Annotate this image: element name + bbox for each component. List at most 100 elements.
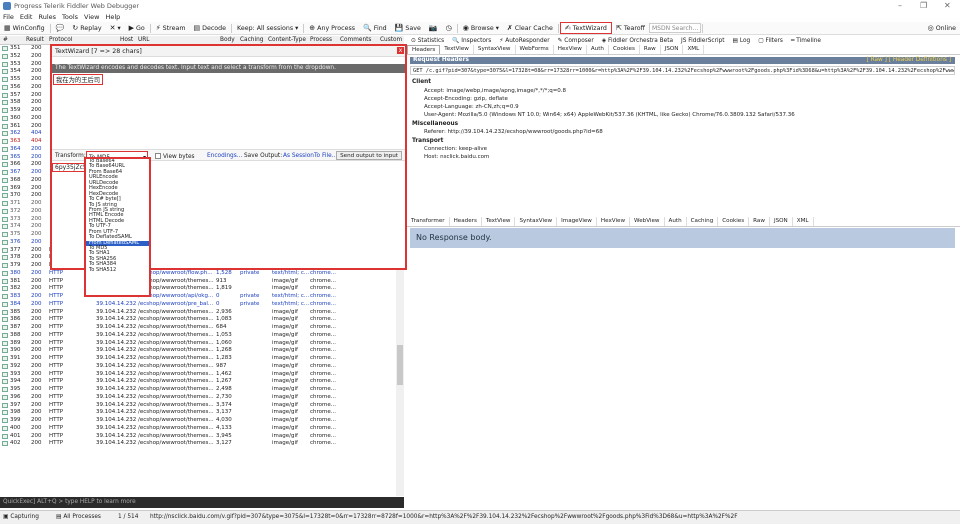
table-row[interactable]: 382200HTTP39.104.14.232/ecshop/wwwroot/t… — [0, 285, 404, 293]
column-header-comments[interactable]: Comments — [340, 37, 371, 43]
table-row[interactable]: 380200HTTP39.104.14.232/ecshop/wwwroot/f… — [0, 270, 404, 278]
online-indicator[interactable]: ◎ Online — [924, 22, 960, 34]
menu-edit[interactable]: Edit — [17, 12, 36, 22]
process-filter[interactable]: ▤ All Processes — [56, 514, 101, 520]
response-tab-syntaxview[interactable]: SyntaxView — [515, 217, 558, 226]
table-row[interactable]: 393 200 HTTP 39.104.14.232/ecshop/wwwroot/t… — [0, 371, 404, 379]
response-tab-imageview[interactable]: ImageView — [557, 217, 597, 226]
find-button[interactable]: 🔍 Find — [359, 22, 391, 34]
table-row[interactable]: 383200HTTP39.104.14.232/ecshop/wwwroot/a… — [0, 293, 404, 301]
as-session-link[interactable]: As Session — [283, 153, 314, 159]
tab-timeline[interactable]: ═ Timeline — [787, 38, 825, 44]
transform-dropdown-list[interactable]: To Base64 To Base64URL From Base64 URLEncod… — [84, 157, 151, 297]
table-row[interactable]: 381200HTTP39.104.14.232/ecshop/wwwroot/t… — [0, 278, 404, 286]
any-process-button[interactable]: ⊕ Any Process — [305, 22, 359, 34]
send-output-to-input-button[interactable]: Send output to input — [336, 151, 402, 160]
column-header-process[interactable]: Process — [310, 37, 332, 43]
table-row[interactable]: 388 200 HTTP 39.104.14.232/ecshop/wwwroot/t… — [0, 332, 404, 340]
column-header-contenttype[interactable]: Content-Type — [268, 37, 306, 43]
timer-button[interactable]: ◷ — [442, 22, 456, 34]
replay-button[interactable]: ↻ Replay — [68, 22, 105, 34]
textwizard-close-icon[interactable]: x — [397, 47, 404, 54]
decode-button[interactable]: ▤ Decode — [189, 22, 230, 34]
checkbox-icon[interactable] — [155, 153, 161, 159]
table-row[interactable]: 387 200 HTTP 39.104.14.232/ecshop/wwwroot/t… — [0, 324, 404, 332]
request-tab-textview[interactable]: TextView — [440, 45, 474, 54]
browse-button[interactable]: ◉ Browse ▾ — [459, 22, 503, 34]
tab-filters[interactable]: ▢ Filters — [754, 38, 787, 44]
column-header-[interactable]: # — [3, 37, 8, 43]
table-row[interactable]: 400 200 HTTP 39.104.14.232/ecshop/wwwroot/t… — [0, 425, 404, 433]
table-row[interactable]: 386 200 HTTP 39.104.14.232/ecshop/wwwroot/t… — [0, 316, 404, 324]
request-tab-auth[interactable]: Auth — [587, 45, 609, 54]
textwizard-button[interactable]: ✍ TextWizard — [559, 22, 612, 34]
response-tab-headers[interactable]: Headers — [450, 217, 482, 226]
table-row[interactable]: 397 200 HTTP 39.104.14.232/ecshop/wwwroot/t… — [0, 402, 404, 410]
menu-rules[interactable]: Rules — [35, 12, 59, 22]
request-tab-webforms[interactable]: WebForms — [516, 45, 554, 54]
response-tab-hexview[interactable]: HexView — [597, 217, 631, 226]
tab-inspectors[interactable]: 🔍 Inspectors — [448, 38, 495, 44]
textwizard-input-text[interactable]: 我在为的王后司 — [53, 74, 104, 85]
maximize-icon[interactable]: ❐ — [920, 1, 927, 10]
close-icon[interactable]: ✕ — [944, 1, 951, 10]
request-tab-cookies[interactable]: Cookies — [609, 45, 640, 54]
response-tab-json[interactable]: JSON — [770, 217, 793, 226]
tab-fiddlerscript[interactable]: JS FiddlerScript — [677, 38, 729, 44]
encodings-link[interactable]: Encodings... — [207, 153, 242, 159]
response-tab-raw[interactable]: Raw — [749, 217, 770, 226]
winconfig-button[interactable]: ▦ WinConfig — [0, 22, 49, 34]
table-row[interactable]: 396 200 HTTP 39.104.14.232/ecshop/wwwroot/t… — [0, 394, 404, 402]
response-tab-cookies[interactable]: Cookies — [718, 217, 750, 226]
transform-option[interactable]: To SHA512 — [86, 267, 149, 273]
session-scrollbar-thumb[interactable] — [397, 345, 403, 385]
menu-tools[interactable]: Tools — [59, 12, 81, 22]
column-header-custom[interactable]: Custom — [380, 37, 402, 43]
response-tab-transformer[interactable]: Transformer — [407, 217, 450, 226]
tab-log[interactable]: ▤ Log — [729, 38, 755, 44]
table-row[interactable]: 401 200 HTTP 39.104.14.232/ecshop/wwwroot/t… — [0, 433, 404, 441]
tearoff-button[interactable]: ⇱ Tearoff — [612, 22, 649, 34]
column-header-host[interactable]: Host — [120, 37, 133, 43]
to-file-link[interactable]: To File... — [314, 153, 337, 159]
comment-button[interactable]: 💬 — [52, 22, 69, 34]
tab-autoresponder[interactable]: ⚡ AutoResponder — [495, 38, 553, 44]
remove-button[interactable]: ✕ ▾ — [106, 22, 125, 34]
keep-sessions-dropdown[interactable]: Keep: All sessions ▾ — [233, 22, 302, 34]
table-row[interactable]: 390 200 HTTP 39.104.14.232/ecshop/wwwroot/t… — [0, 347, 404, 355]
table-row[interactable]: 392 200 HTTP 39.104.14.232/ecshop/wwwroot/t… — [0, 363, 404, 371]
request-tab-hexview[interactable]: HexView — [554, 45, 587, 54]
tab-fiddlerorchestrabeta[interactable]: ◈ Fiddler Orchestra Beta — [598, 38, 677, 44]
column-header-protocol[interactable]: Protocol — [49, 37, 72, 43]
quickexec-bar[interactable]: QuickExec] ALT+Q > type HELP to learn mo… — [0, 497, 404, 508]
column-header-caching[interactable]: Caching — [240, 37, 263, 43]
go-button[interactable]: ▶ Go — [125, 22, 149, 34]
view-bytes-checkbox[interactable]: View bytes — [155, 153, 195, 160]
menu-help[interactable]: Help — [102, 12, 123, 22]
menu-view[interactable]: View — [81, 12, 102, 22]
response-tab-auth[interactable]: Auth — [665, 217, 687, 226]
response-tab-xml[interactable]: XML — [793, 217, 814, 226]
column-header-url[interactable]: URL — [138, 37, 150, 43]
msdn-search-input[interactable]: MSDN Search... — [648, 23, 702, 33]
response-tab-textview[interactable]: TextView — [482, 217, 516, 226]
request-tab-raw[interactable]: Raw — [640, 45, 661, 54]
raw-header-definitions-links[interactable]: [ Raw ] [ Header Definitions ] — [867, 57, 952, 63]
menu-file[interactable]: File — [0, 12, 17, 22]
capturing-indicator[interactable]: ▣ Capturing — [3, 514, 39, 520]
minimize-icon[interactable]: – — [898, 1, 902, 10]
table-row[interactable]: 391 200 HTTP 39.104.14.232/ecshop/wwwroot/t… — [0, 355, 404, 363]
response-tab-caching[interactable]: Caching — [687, 217, 719, 226]
table-row[interactable]: 384 200 HTTP 39.104.14.232/ecshop/wwwroot/p… — [0, 301, 404, 309]
tab-statistics[interactable]: ⊙ Statistics — [407, 38, 448, 44]
table-row[interactable]: 389 200 HTTP 39.104.14.232/ecshop/wwwroot/t… — [0, 340, 404, 348]
request-tab-xml[interactable]: XML — [683, 45, 705, 54]
tab-composer[interactable]: ✎ Composer — [554, 38, 598, 44]
save-button[interactable]: 💾 Save — [391, 22, 425, 34]
request-tab-json[interactable]: JSON — [661, 45, 684, 54]
table-row[interactable]: 385 200 HTTP 39.104.14.232/ecshop/wwwroot/t… — [0, 309, 404, 317]
screenshot-button[interactable]: 📷 — [425, 22, 442, 34]
request-tab-syntaxview[interactable]: SyntaxView — [474, 45, 516, 54]
table-row[interactable]: 395 200 HTTP 39.104.14.232/ecshop/wwwroot/t… — [0, 386, 404, 394]
response-tab-webview[interactable]: WebView — [630, 217, 665, 226]
